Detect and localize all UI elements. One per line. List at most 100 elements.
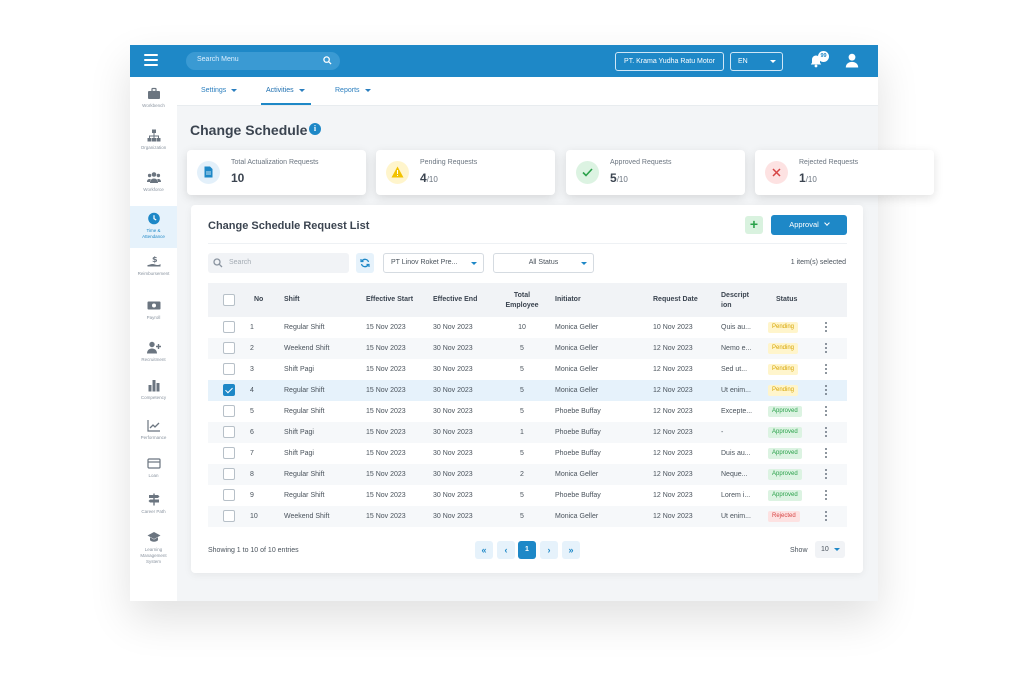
bar-chart-icon xyxy=(148,380,159,392)
row-checkbox[interactable] xyxy=(223,321,235,333)
row-checkbox[interactable] xyxy=(223,405,235,417)
tab-settings[interactable]: Settings xyxy=(201,87,238,94)
column-header-shift[interactable]: Shift xyxy=(284,296,300,303)
last-page-button[interactable]: » xyxy=(562,541,580,559)
column-header-total-employee[interactable]: Total Employee xyxy=(504,291,540,311)
page-size-dropdown[interactable]: 10 xyxy=(815,541,845,558)
status-filter-dropdown[interactable]: All Status xyxy=(493,253,594,273)
sidebar-item-organization[interactable]: Organization xyxy=(130,129,177,159)
row-actions-icon[interactable] xyxy=(825,469,828,480)
table-row[interactable]: 3 Shift Pagi 15 Nov 2023 30 Nov 2023 5 Monica… xyxy=(208,359,847,380)
cell-shift: Weekend Shift xyxy=(284,345,330,352)
hamburger-menu-icon[interactable] xyxy=(144,54,158,68)
cell-effective-end: 30 Nov 2023 xyxy=(433,471,473,478)
row-actions-icon[interactable] xyxy=(825,448,828,459)
sidebar-item-loan[interactable]: Loan xyxy=(130,457,177,487)
prev-page-button[interactable]: ‹ xyxy=(497,541,515,559)
row-actions-icon[interactable] xyxy=(825,406,828,417)
row-checkbox[interactable] xyxy=(223,426,235,438)
sidebar-item-payroll[interactable]: Payroll xyxy=(130,299,177,329)
sidebar-item-reimbursement[interactable]: $ Reimbursement xyxy=(130,255,177,285)
row-checkbox[interactable] xyxy=(223,489,235,501)
row-checkbox[interactable] xyxy=(223,510,235,522)
panel-title: Change Schedule Request List xyxy=(208,220,370,232)
column-header-status[interactable]: Status xyxy=(776,296,797,303)
notification-badge: 99 xyxy=(818,51,829,62)
row-actions-icon[interactable] xyxy=(825,511,828,522)
people-icon xyxy=(146,172,161,183)
tab-reports[interactable]: Reports xyxy=(335,87,371,94)
column-header-no[interactable]: No xyxy=(254,296,263,303)
column-header-effective-end[interactable]: Effective End xyxy=(433,296,477,303)
column-header-request-date[interactable]: Request Date xyxy=(653,296,698,303)
cell-request-date: 12 Nov 2023 xyxy=(653,387,693,394)
table-row[interactable]: 1 Regular Shift 15 Nov 2023 30 Nov 2023 10 Mo… xyxy=(208,317,847,338)
cell-description: Quis au... xyxy=(721,324,751,331)
row-actions-icon[interactable] xyxy=(825,343,828,354)
page-1-button[interactable]: 1 xyxy=(518,541,536,559)
sidebar-item-competency[interactable]: Competency xyxy=(130,379,177,409)
sidebar-item-time-attendance[interactable]: Time & Attendance xyxy=(130,206,177,248)
table-row[interactable]: 9 Regular Shift 15 Nov 2023 30 Nov 2023 5 Pho… xyxy=(208,485,847,506)
column-header-initiator[interactable]: Initiator xyxy=(555,296,581,303)
sidebar-item-career-path[interactable]: Career Path xyxy=(130,493,177,523)
row-checkbox[interactable] xyxy=(223,342,235,354)
language-selector[interactable]: EN xyxy=(730,52,783,71)
status-badge: Approved xyxy=(768,427,802,438)
cell-total-employee: 10 xyxy=(518,324,526,331)
add-request-button[interactable]: + xyxy=(745,216,763,234)
table-row[interactable]: 4 Regular Shift 15 Nov 2023 30 Nov 2023 5 Mon… xyxy=(208,380,847,401)
column-header-effective-start[interactable]: Effective Start xyxy=(366,296,413,303)
table-row[interactable]: 6 Shift Pagi 15 Nov 2023 30 Nov 2023 1 Phoebe… xyxy=(208,422,847,443)
table-row[interactable]: 7 Shift Pagi 15 Nov 2023 30 Nov 2023 5 Phoebe… xyxy=(208,443,847,464)
clock-icon xyxy=(147,212,160,225)
row-actions-icon[interactable] xyxy=(825,364,828,375)
row-actions-icon[interactable] xyxy=(825,427,828,438)
money-icon xyxy=(147,301,160,310)
chevron-down-icon xyxy=(581,262,587,265)
refresh-button[interactable] xyxy=(356,253,374,273)
refresh-icon xyxy=(360,258,370,268)
row-checkbox[interactable] xyxy=(223,447,235,459)
cell-no: 2 xyxy=(250,345,254,352)
first-page-button[interactable]: « xyxy=(475,541,493,559)
search-menu-input[interactable]: Search Menu xyxy=(186,52,340,70)
column-header-description[interactable]: Descript ion xyxy=(721,291,749,311)
user-avatar-icon[interactable] xyxy=(845,53,859,68)
sidebar-item-workforce[interactable]: Workforce xyxy=(130,171,177,201)
row-checkbox[interactable] xyxy=(223,468,235,480)
cell-effective-end: 30 Nov 2023 xyxy=(433,513,473,520)
select-all-checkbox[interactable] xyxy=(223,294,235,306)
table-search-input[interactable]: Search xyxy=(208,253,349,273)
reimbursement-icon: $ xyxy=(147,255,160,267)
card-pending-requests: Pending Requests 4/10 xyxy=(376,150,555,195)
row-actions-icon[interactable] xyxy=(825,490,828,501)
table-row[interactable]: 8 Regular Shift 15 Nov 2023 30 Nov 2023 2 Mon… xyxy=(208,464,847,485)
sidebar-item-recruitment[interactable]: Recruitment xyxy=(130,341,177,371)
row-checkbox[interactable] xyxy=(223,363,235,375)
sidebar-item-workbench[interactable]: Workbench xyxy=(130,87,177,117)
sidebar-item-performance[interactable]: Performance xyxy=(130,419,177,449)
cell-total-employee: 5 xyxy=(520,366,524,373)
table-row[interactable]: 10 Weekend Shift 15 Nov 2023 30 Nov 2023 5 Mo… xyxy=(208,506,847,527)
cell-shift: Regular Shift xyxy=(284,408,325,415)
row-checkbox[interactable] xyxy=(223,384,235,396)
close-icon xyxy=(772,168,781,177)
cell-effective-start: 15 Nov 2023 xyxy=(366,408,406,415)
info-icon[interactable]: i xyxy=(309,123,321,135)
tab-activities[interactable]: Activities xyxy=(266,87,305,94)
cell-initiator: Monica Geller xyxy=(555,345,599,352)
row-actions-icon[interactable] xyxy=(825,322,828,333)
table-row[interactable]: 2 Weekend Shift 15 Nov 2023 30 Nov 2023 5 Mon… xyxy=(208,338,847,359)
language-value: EN xyxy=(738,58,748,65)
sidebar-item-learning-management[interactable]: Learning Management System xyxy=(130,531,177,571)
row-actions-icon[interactable] xyxy=(825,385,828,396)
card-title: Pending Requests xyxy=(420,159,478,166)
cell-initiator: Monica Geller xyxy=(555,513,599,520)
company-selector[interactable]: PT. Krama Yudha Ratu Motor xyxy=(615,52,724,71)
next-page-button[interactable]: › xyxy=(540,541,558,559)
table-row[interactable]: 5 Regular Shift 15 Nov 2023 30 Nov 2023 5 Pho… xyxy=(208,401,847,422)
approval-button[interactable]: Approval xyxy=(771,215,847,235)
chevron-down-icon xyxy=(823,220,830,226)
company-filter-dropdown[interactable]: PT Linov Roket Pre... xyxy=(383,253,484,273)
